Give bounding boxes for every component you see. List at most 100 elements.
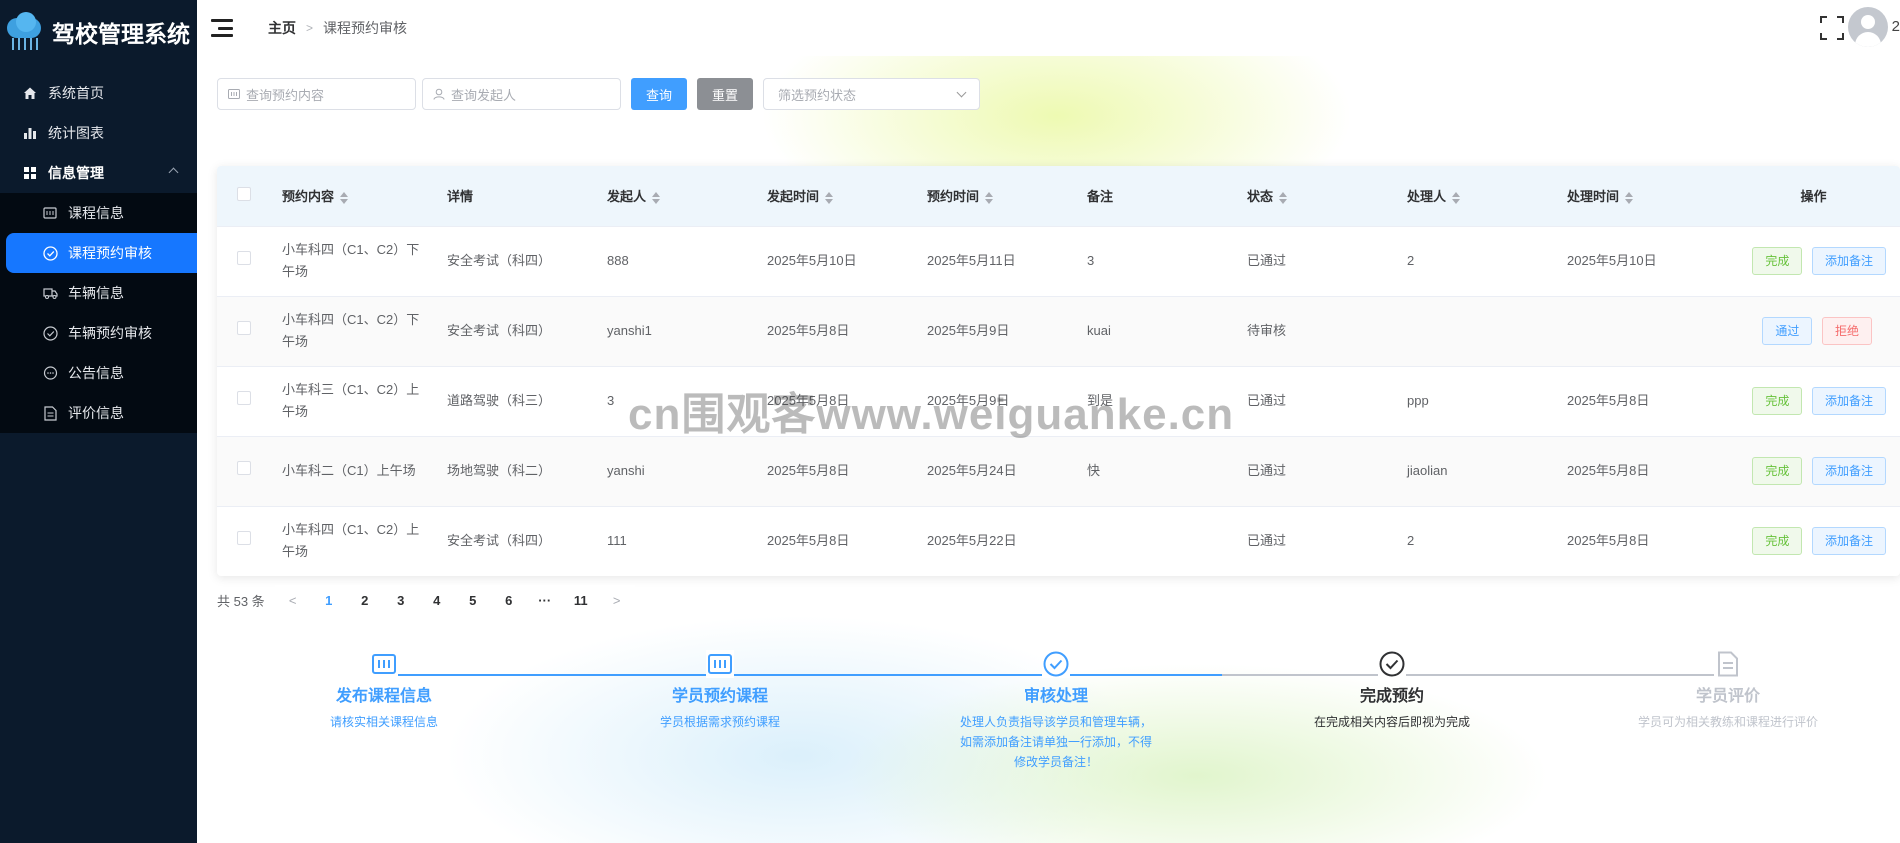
sidebar: 驾校管理系统 系统首页 统计图表 信息管理 课程信息 课程预约审核 车辆信息 车… xyxy=(0,0,197,843)
user-badge: 2 xyxy=(1891,18,1900,35)
sort-icon[interactable] xyxy=(1452,191,1461,204)
column-header-handled[interactable]: 处理时间 xyxy=(1567,166,1727,226)
complete-button[interactable]: 完成 xyxy=(1752,527,1803,556)
check-circle-icon xyxy=(42,245,58,261)
step-title: 学员评价 xyxy=(1695,688,1760,705)
sidebar-item-notice[interactable]: 公告信息 xyxy=(0,353,197,393)
add-remark-button[interactable]: 添加备注 xyxy=(1811,527,1886,556)
step-title: 审核处理 xyxy=(1023,688,1088,705)
sidebar-item-label: 课程预约审核 xyxy=(68,245,152,261)
sidebar-group-info: 信息管理 课程信息 课程预约审核 车辆信息 车辆预约审核 公告信息 评价信息 xyxy=(0,153,197,433)
menu-toggle-icon[interactable] xyxy=(211,19,233,37)
sidebar-group-header[interactable]: 信息管理 xyxy=(0,153,197,193)
content-search-placeholder: 查询预约内容 xyxy=(246,87,325,103)
sidebar-group-label: 信息管理 xyxy=(48,165,104,181)
sort-icon[interactable] xyxy=(1279,191,1288,204)
approve-button[interactable]: 通过 xyxy=(1762,317,1813,345)
column-header-status[interactable]: 状态 xyxy=(1247,166,1407,226)
cell-created: 2025年5月8日 xyxy=(767,323,850,338)
reject-button[interactable]: 拒绝 xyxy=(1821,317,1872,345)
initiator-search-input[interactable]: 查询发起人 xyxy=(422,78,621,110)
add-remark-button[interactable]: 添加备注 xyxy=(1811,387,1886,415)
row-checkbox[interactable] xyxy=(237,461,251,475)
row-checkbox[interactable] xyxy=(237,251,251,265)
cell-remark: 快 xyxy=(1087,463,1101,478)
sidebar-item-evaluation[interactable]: 评价信息 xyxy=(0,393,197,433)
sort-icon[interactable] xyxy=(825,191,834,204)
sidebar-item-course-info[interactable]: 课程信息 xyxy=(0,193,197,233)
cell-status: 已通过 xyxy=(1247,253,1287,268)
page-button[interactable]: 3 xyxy=(383,593,419,608)
cell-initiator: yanshi1 xyxy=(607,323,652,338)
breadcrumb-current: 课程预约审核 xyxy=(323,20,408,36)
sort-icon[interactable] xyxy=(1625,191,1634,204)
next-page-button[interactable]: > xyxy=(599,593,635,608)
cell-reserved: 2025年5月11日 xyxy=(927,253,1016,268)
cell-handler xyxy=(1407,296,1567,366)
cell-status: 待审核 xyxy=(1247,323,1287,338)
breadcrumb: 主页 > 课程预约审核 xyxy=(268,18,407,38)
column-header-content[interactable]: 预约内容 xyxy=(282,166,447,226)
sort-icon[interactable] xyxy=(340,191,349,204)
column-header-reserved[interactable]: 预约时间 xyxy=(927,166,1087,226)
row-checkbox[interactable] xyxy=(237,531,251,546)
chat-icon xyxy=(42,365,58,381)
breadcrumb-home[interactable]: 主页 xyxy=(268,18,296,38)
sidebar-item-home[interactable]: 系统首页 xyxy=(0,73,197,113)
truck-icon xyxy=(42,285,58,301)
pagination: 共 53 条 < 1 2 3 4 5 6 ··· 11 > xyxy=(217,585,635,615)
sidebar-item-label: 系统首页 xyxy=(48,85,104,101)
sort-icon[interactable] xyxy=(652,191,661,204)
fullscreen-icon[interactable] xyxy=(1820,16,1844,40)
row-checkbox[interactable] xyxy=(237,391,251,405)
cell-created: 2025年5月8日 xyxy=(767,393,850,408)
table-row: 小车科四（C1、C2）下午场 安全考试（科四） 888 2025年5月10日 2… xyxy=(217,226,1900,296)
page-button[interactable]: 1 xyxy=(311,593,347,608)
page-button[interactable]: 11 xyxy=(563,593,599,608)
cell-reserved: 2025年5月24日 xyxy=(927,463,1017,478)
pagination-pages: < 1 2 3 4 5 6 ··· 11 > xyxy=(274,585,635,615)
column-header-created[interactable]: 发起时间 xyxy=(767,166,927,226)
cell-reserved: 2025年5月22日 xyxy=(927,533,1017,549)
document-icon xyxy=(1714,650,1742,678)
sidebar-item-label: 课程信息 xyxy=(68,205,124,221)
step-title: 学员预约课程 xyxy=(671,688,768,705)
add-remark-button[interactable]: 添加备注 xyxy=(1811,457,1886,485)
status-select[interactable]: 筛选预约状态 xyxy=(763,78,980,110)
status-select-placeholder: 筛选预约状态 xyxy=(778,87,857,103)
step-review: 审核处理 处理人负责指导该学员和管理车辆， 如需添加备注请单独一行添加，不得 修改学… xyxy=(926,636,1186,772)
main-content: 查询预约内容 查询发起人 查询 重置 筛选预约状态 预约内容 详情 发起人 发起… xyxy=(197,56,1900,843)
user-avatar-icon[interactable] xyxy=(1848,7,1888,47)
calendar-icon xyxy=(370,650,398,678)
page-ellipsis[interactable]: ··· xyxy=(527,593,563,608)
cell-created: 2025年5月8日 xyxy=(767,533,850,549)
select-all-checkbox[interactable] xyxy=(237,187,251,202)
column-header-handler[interactable]: 处理人 xyxy=(1407,166,1567,226)
row-checkbox[interactable] xyxy=(237,321,251,335)
complete-button[interactable]: 完成 xyxy=(1752,387,1803,415)
calendar-icon xyxy=(706,650,734,678)
sort-icon[interactable] xyxy=(985,191,994,204)
search-button[interactable]: 查询 xyxy=(631,78,687,110)
sidebar-item-vehicle-info[interactable]: 车辆信息 xyxy=(0,273,197,313)
reset-button[interactable]: 重置 xyxy=(697,78,753,110)
content-search-input[interactable]: 查询预约内容 xyxy=(217,78,416,110)
add-remark-button[interactable]: 添加备注 xyxy=(1811,247,1886,275)
step-complete: 完成预约 在完成相关内容后即视为完成 xyxy=(1262,636,1522,732)
page-button[interactable]: 5 xyxy=(455,593,491,608)
sidebar-item-course-review[interactable]: 课程预约审核 xyxy=(6,233,197,273)
cell-remark: kuai xyxy=(1087,323,1111,338)
cell-remark: 到是 xyxy=(1087,393,1114,408)
complete-button[interactable]: 完成 xyxy=(1752,247,1803,275)
column-header-initiator[interactable]: 发起人 xyxy=(607,166,767,226)
sidebar-item-stats[interactable]: 统计图表 xyxy=(0,113,197,153)
page-button[interactable]: 4 xyxy=(419,593,455,608)
app-title: 驾校管理系统 xyxy=(52,21,190,47)
complete-button[interactable]: 完成 xyxy=(1752,457,1803,485)
prev-page-button[interactable]: < xyxy=(275,593,311,608)
step-reserve: 学员预约课程 学员根据需求预约课程 xyxy=(590,636,850,732)
sidebar-item-vehicle-review[interactable]: 车辆预约审核 xyxy=(0,313,197,353)
page-button[interactable]: 2 xyxy=(347,593,383,608)
cell-remark xyxy=(1087,506,1247,576)
page-button[interactable]: 6 xyxy=(491,593,527,608)
